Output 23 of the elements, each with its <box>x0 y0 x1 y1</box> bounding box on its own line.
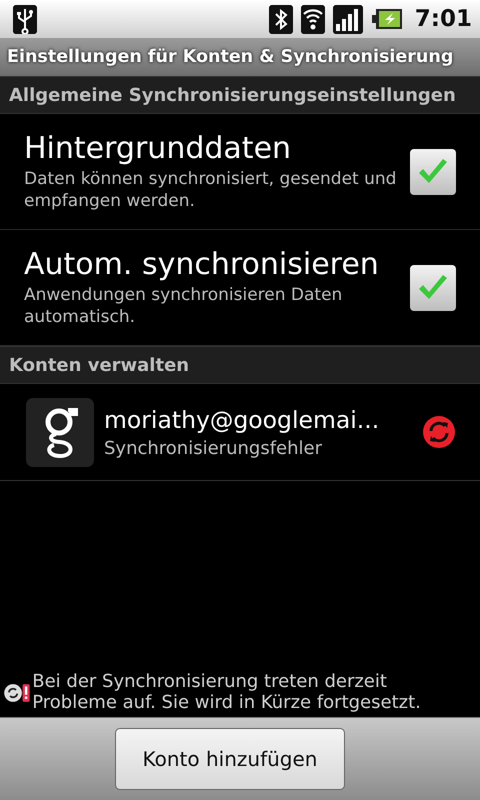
checkbox[interactable] <box>410 264 456 310</box>
section-header: Allgemeine Synchronisierungseinstellungen <box>9 84 456 106</box>
setting-title: Autom. synchronisieren <box>24 246 380 282</box>
battery-charging-icon <box>370 8 403 30</box>
account-logo-icon <box>26 398 94 466</box>
account-name[interactable]: moriathy@googlemai... <box>104 406 412 434</box>
setting-summary: Daten können synchronisiert, gesendet und empfangen werden. <box>24 168 398 212</box>
check-icon <box>417 274 449 302</box>
bluetooth-icon <box>268 4 293 34</box>
add-account-button[interactable]: Konto hinzufügen <box>115 728 345 790</box>
checkbox[interactable] <box>410 148 456 194</box>
sync-warning-text: Bei der Synchronisierung treten derzeit Probleme auf. Sie wird in Kürze fortgesetzt. <box>32 672 422 714</box>
clock-time: 7:01 <box>414 6 472 32</box>
account-status: Synchronisierungsfehler <box>104 438 323 458</box>
usb-icon <box>13 4 37 34</box>
signal-icon <box>332 4 363 34</box>
screen-title: Einstellungen für Konten & Synchronisierung <box>7 47 454 67</box>
check-icon <box>417 158 449 186</box>
wifi-icon <box>300 4 325 34</box>
sync-error-icon <box>422 415 456 449</box>
section-header: Konten verwalten <box>9 354 190 376</box>
setting-summary: Anwendungen synchronisieren Daten automatisch. <box>24 284 344 328</box>
setting-title: Hintergrunddaten <box>24 130 292 166</box>
